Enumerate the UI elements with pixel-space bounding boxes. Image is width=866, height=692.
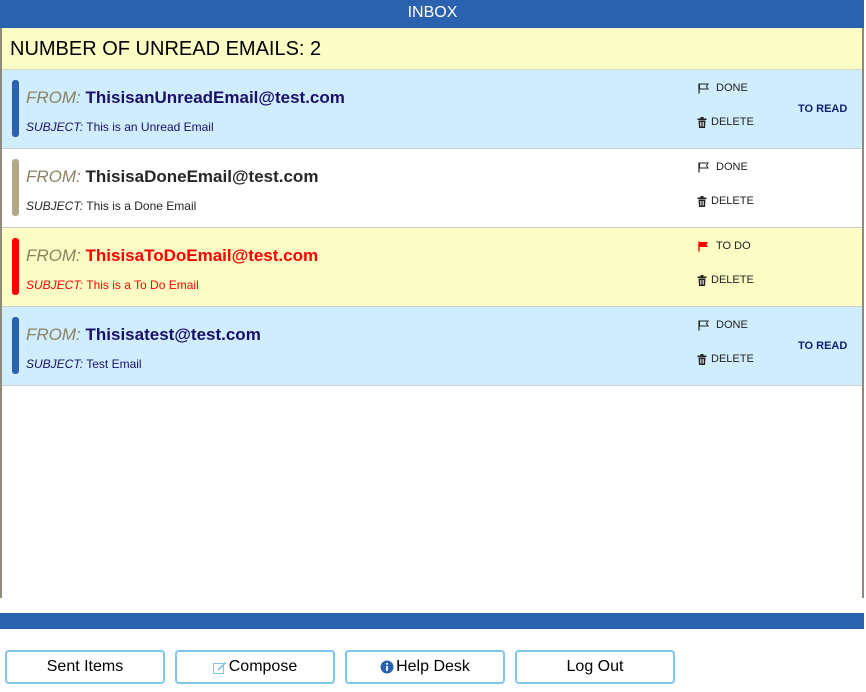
subject-label: SUBJECT: [26, 199, 84, 213]
trash-icon [697, 116, 707, 128]
flag-outline-icon [698, 162, 709, 172]
email-subject: SUBJECT: Test Email [26, 357, 142, 371]
from-address: ThisisaToDoEmail@test.com [85, 246, 319, 265]
subject-text: This is an Unread Email [86, 120, 214, 134]
trash-icon [697, 195, 707, 207]
delete-button[interactable]: DELETE [697, 274, 754, 286]
delete-button[interactable]: DELETE [697, 116, 754, 128]
inbox-title: INBOX [407, 4, 458, 21]
to-read-badge: TO READ [798, 340, 848, 352]
mark-done-button[interactable]: DONE [698, 161, 748, 173]
trash-icon [697, 274, 707, 286]
log-out-label: Log Out [566, 658, 624, 675]
subject-label: SUBJECT: [26, 278, 84, 292]
mark-done-button[interactable]: DONE [698, 319, 748, 331]
flag-label: DONE [716, 82, 748, 94]
delete-label: DELETE [711, 274, 754, 286]
email-from: FROM: ThisisaDoneEmail@test.com [26, 167, 318, 187]
email-row-done[interactable]: FROM: ThisisaDoneEmail@test.com SUBJECT:… [2, 149, 862, 228]
email-from: FROM: ThisisaToDoEmail@test.com [26, 246, 318, 266]
compose-label: Compose [228, 658, 298, 675]
edit-icon [212, 661, 226, 674]
unread-count-label: NUMBER OF UNREAD EMAILS: 2 [10, 38, 322, 60]
mark-done-button[interactable]: DONE [698, 82, 748, 94]
flag-label: DONE [716, 161, 748, 173]
subject-text: Test Email [86, 357, 142, 371]
delete-button[interactable]: DELETE [697, 353, 754, 365]
subject-text: This is a Done Email [86, 199, 197, 213]
mark-todo-button[interactable]: TO DO [698, 240, 751, 252]
unread-count-bar: NUMBER OF UNREAD EMAILS: 2 [2, 28, 862, 70]
help-desk-label: Help Desk [396, 658, 470, 675]
delete-label: DELETE [711, 195, 754, 207]
email-subject: SUBJECT: This is an Unread Email [26, 120, 214, 134]
email-row-todo[interactable]: FROM: ThisisaToDoEmail@test.com SUBJECT:… [2, 228, 862, 307]
help-desk-button[interactable]: Help Desk [345, 650, 505, 684]
email-status-stripe [12, 159, 19, 216]
from-address: ThisisaDoneEmail@test.com [85, 167, 319, 186]
subject-label: SUBJECT: [26, 357, 84, 371]
from-address: ThisisanUnreadEmail@test.com [85, 88, 345, 107]
subject-text: This is a To Do Email [86, 278, 199, 292]
flag-outline-icon [698, 320, 709, 330]
email-status-stripe [12, 317, 19, 374]
email-row-unread[interactable]: FROM: ThisisanUnreadEmail@test.com SUBJE… [2, 70, 862, 149]
from-label: FROM: [26, 325, 81, 344]
delete-button[interactable]: DELETE [697, 195, 754, 207]
email-status-stripe [12, 80, 19, 137]
from-address: Thisisatest@test.com [85, 325, 261, 344]
from-label: FROM: [26, 88, 81, 107]
flag-label: DONE [716, 319, 748, 331]
email-subject: SUBJECT: This is a To Do Email [26, 278, 199, 292]
inbox-panel: NUMBER OF UNREAD EMAILS: 2 FROM: Thisisa… [0, 28, 864, 598]
footer-bar [0, 613, 864, 629]
email-status-stripe [12, 238, 19, 295]
delete-label: DELETE [711, 353, 754, 365]
trash-icon [697, 353, 707, 365]
email-from: FROM: ThisisanUnreadEmail@test.com [26, 88, 345, 108]
info-icon [380, 660, 394, 674]
delete-label: DELETE [711, 116, 754, 128]
email-subject: SUBJECT: This is a Done Email [26, 199, 196, 213]
from-label: FROM: [26, 246, 81, 265]
email-from: FROM: Thisisatest@test.com [26, 325, 261, 345]
sent-items-button[interactable]: Sent Items [5, 650, 165, 684]
flag-filled-icon [698, 241, 708, 251]
subject-label: SUBJECT: [26, 120, 84, 134]
flag-outline-icon [698, 83, 709, 93]
compose-button[interactable]: Compose [175, 650, 335, 684]
inbox-header: INBOX [0, 0, 864, 28]
flag-label: TO DO [716, 240, 751, 252]
to-read-badge: TO READ [798, 103, 848, 115]
email-row-unread[interactable]: FROM: Thisisatest@test.com SUBJECT: Test… [2, 307, 862, 386]
log-out-button[interactable]: Log Out [515, 650, 675, 684]
from-label: FROM: [26, 167, 81, 186]
sent-items-label: Sent Items [46, 658, 124, 675]
